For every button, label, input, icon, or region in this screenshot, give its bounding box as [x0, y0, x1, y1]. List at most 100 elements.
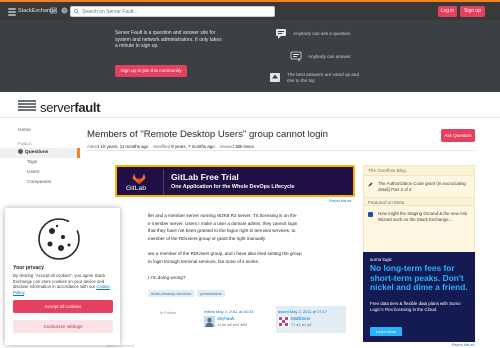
nav-questions[interactable]: Questions — [0, 148, 80, 158]
inbox-icon[interactable] — [50, 7, 57, 14]
sumo-headline: No long-term fees for short-term peaks. … — [370, 263, 468, 292]
gitlab-ad[interactable]: GitLab GitLab Free Trial One Application… — [115, 165, 355, 197]
avatar[interactable] — [204, 316, 215, 327]
feature-answer: Anybody can answer — [290, 51, 351, 62]
avatar[interactable] — [278, 316, 289, 327]
gitlab-logo: GitLab — [124, 173, 156, 195]
viewed-value: 38k times — [235, 144, 254, 149]
body-line: t I'm doing wrong? — [148, 274, 186, 280]
search-icon — [74, 9, 79, 14]
nav-companies[interactable]: Companies — [0, 178, 80, 188]
nav-tags[interactable]: Tags — [0, 158, 80, 168]
blog-item[interactable]: The Authorization Code grant (in excruci… — [364, 176, 474, 195]
meta-item-label: How might the Staging Ground & the new A… — [378, 211, 468, 222]
asked-value: 10 years, 11 months ago — [100, 144, 149, 149]
body-line: that they have not been granted to the l… — [148, 228, 296, 234]
gitlab-brand: GitLab — [126, 185, 147, 192]
report-ad-link[interactable]: Report this ad — [452, 343, 474, 347]
edited-time[interactable]: edited May 2, 2011 at 16:33 — [204, 309, 253, 314]
report-ad-link[interactable]: Report this ad — [329, 199, 351, 203]
asker-reputation: 71 ●1 ●1 ●2 — [291, 323, 312, 327]
cookie-text: By clicking "Accept all cookies", you ag… — [13, 273, 117, 295]
feature-answer-label: Anybody can answer — [308, 54, 351, 59]
pencil-icon — [368, 182, 373, 187]
feature-vote: The best answers are voted up and rise t… — [269, 72, 364, 84]
globe-icon — [18, 149, 23, 155]
tag-list: mote-desktop-services permissions — [148, 290, 225, 297]
asked-label: Asked — [87, 144, 100, 149]
meta-item[interactable]: How might the Staging Ground & the new A… — [364, 206, 474, 225]
share-follow-links[interactable]: in Follow — [160, 310, 176, 315]
feature-vote-label: The best answers are voted up and rise t… — [287, 72, 360, 83]
sumo-learn-more-button[interactable]: Learn More — [370, 327, 402, 336]
body-line: ller and a member server running W2K8 R2… — [148, 213, 297, 218]
ad-divider — [163, 169, 164, 195]
ask-question-button[interactable]: Ask Question — [441, 129, 475, 142]
answer-bubble-icon — [290, 51, 302, 62]
body-line: to login through terminal services, but … — [148, 258, 260, 264]
site-name-light: server — [40, 100, 75, 115]
accept-cookies-button[interactable]: Accept all cookies — [13, 300, 113, 313]
left-nav: Home PUBLIC Questions Tags Users Compani… — [0, 126, 80, 188]
body-line: are a member of the RDUsers group, and I… — [148, 251, 302, 257]
feature-ask: Anybody can ask a question — [275, 28, 350, 39]
cookie-consent-dialog: Your privacy By clicking "Accept all coo… — [5, 208, 120, 345]
speech-bubble-icon — [275, 28, 287, 39]
asker-name[interactable]: Mattkneer — [291, 316, 311, 321]
body-line: e member server. Users I make a user a d… — [148, 220, 298, 226]
blog-header: The Overflow Blog — [364, 166, 474, 176]
tag-remote-desktop-services[interactable]: mote-desktop-services — [148, 290, 195, 297]
feature-ask-label: Anybody can ask a question — [293, 31, 351, 36]
cookie-text-end: . — [24, 289, 26, 295]
sumo-text: Free data tiers & flexible data plans wi… — [370, 301, 461, 312]
editor-name[interactable]: Skyhawk — [217, 316, 235, 321]
help-icon[interactable]: ? — [61, 7, 68, 14]
site-name-bold: fault — [74, 100, 101, 115]
ad-subtitle: One Application for the Whole DevOps Lif… — [171, 184, 295, 190]
nav-section-public: PUBLIC — [18, 141, 33, 146]
search-box[interactable] — [70, 6, 275, 17]
question-meta: Asked 10 years, 11 months ago Modified 8… — [87, 144, 254, 149]
cookie-title: Your privacy — [13, 265, 45, 271]
nav-questions-label: Questions — [25, 150, 49, 155]
search-input[interactable] — [82, 7, 267, 16]
nav-users[interactable]: Users — [0, 168, 80, 178]
cookie-icon — [37, 217, 81, 261]
ad-title: GitLab Free Trial — [171, 172, 239, 182]
join-community-button[interactable]: Sign up to join this community — [115, 65, 187, 77]
top-icons: ? — [50, 7, 68, 14]
signup-button[interactable]: Sign up — [460, 6, 485, 17]
hero-banner: Server Fault is a question and answer si… — [0, 20, 500, 92]
serverfault-logo-icon[interactable] — [18, 100, 36, 113]
sumo-logic-ad[interactable]: sumo logic No long-term fees for short-t… — [363, 252, 475, 342]
question-body: ller and a member server running W2K8 R2… — [148, 212, 358, 281]
hero-description: Server Fault is a question and answer si… — [115, 30, 222, 49]
vote-arrow-icon — [269, 72, 281, 83]
modified-value[interactable]: 8 years, 7 months ago — [171, 144, 214, 149]
body-line: member of the RDUsers group or grant the… — [148, 235, 266, 241]
meta-header: Featured on Meta — [364, 197, 474, 206]
cookie-text-body: By clicking "Accept all cookies", you ag… — [13, 273, 106, 290]
editor-reputation: 14.5k ●6 ●42 ●80 — [217, 323, 247, 327]
overflow-blog-widget: The Overflow Blog The Authorization Code… — [363, 165, 475, 260]
login-button[interactable]: Log in — [438, 6, 457, 17]
asked-time[interactable]: asked May 2, 2011 at 17:17 — [278, 309, 327, 314]
stackexchange-icon[interactable] — [8, 8, 16, 16]
site-logo-text[interactable]: serverfault — [40, 100, 101, 115]
top-bar: StackExchange ? Log in Sign up — [0, 0, 500, 20]
tag-permissions[interactable]: permissions — [197, 290, 225, 297]
viewed-label: Viewed — [219, 144, 234, 149]
customize-settings-button[interactable]: Customize settings — [13, 320, 113, 333]
divider — [87, 150, 475, 151]
sumo-brand: sumo logic — [370, 257, 392, 262]
question-title[interactable]: Members of "Remote Desktop Users" group … — [87, 129, 328, 140]
nav-home[interactable]: Home — [0, 126, 80, 136]
asker-card: asked May 2, 2011 at 17:17 Mattkneer 71 … — [276, 306, 346, 333]
editor-card: edited May 2, 2011 at 16:33 Skyhawk 14.5… — [202, 306, 267, 333]
modified-label: Modified — [153, 144, 170, 149]
stack-exchange-meta-icon — [368, 212, 373, 217]
blog-item-label: The Authorization Code grant (in excruci… — [378, 181, 466, 192]
gitlab-fox-icon — [132, 173, 146, 184]
